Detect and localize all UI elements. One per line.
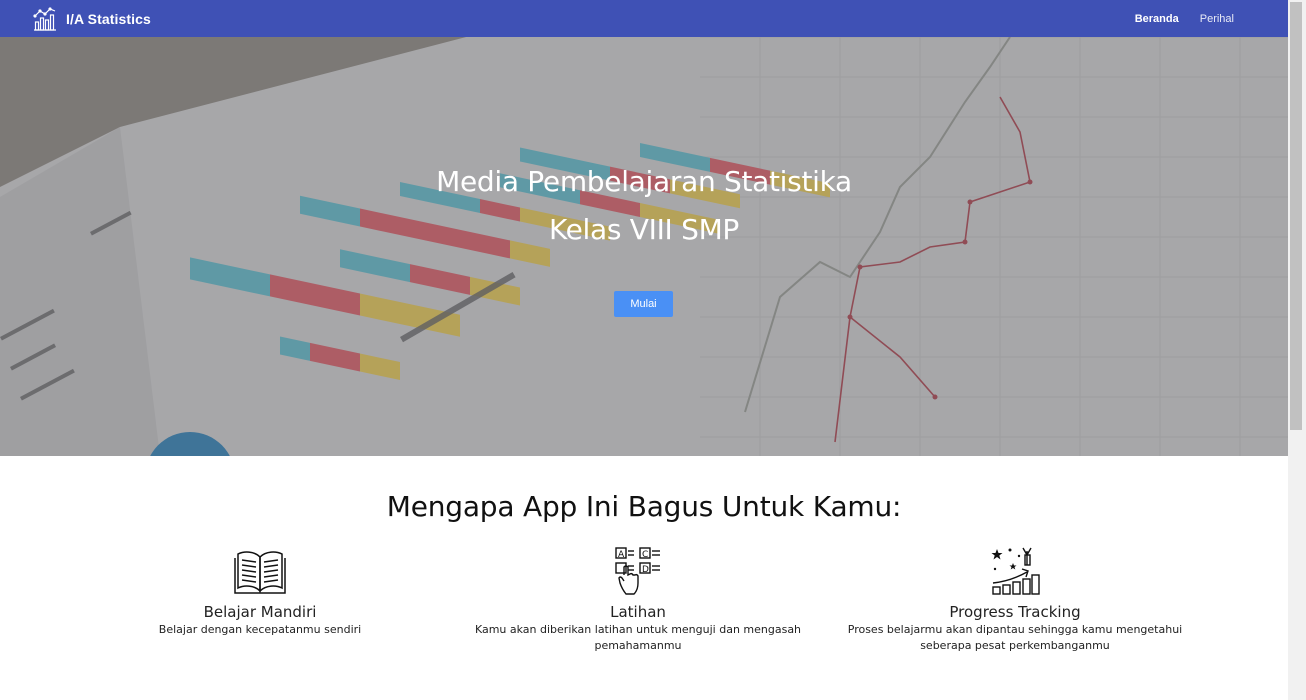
- navbar: I/A Statistics Beranda Perihal: [0, 0, 1288, 37]
- features-heading: Mengapa App Ini Bagus Untuk Kamu:: [386, 490, 902, 523]
- nav-link-perihal[interactable]: Perihal: [1200, 13, 1234, 25]
- vertical-scrollbar[interactable]: [1288, 0, 1306, 700]
- feature-latihan: A C D Latihan Kamu akan diberikan latiha…: [468, 545, 808, 654]
- feature-name: Latihan: [610, 603, 666, 621]
- hero-subtitle: Kelas VIII SMP: [548, 213, 740, 246]
- feature-description: Belajar dengan kecepatanmu sendiri: [158, 623, 362, 636]
- brand-name: I/A Statistics: [66, 11, 151, 27]
- feature-description: Proses belajarmu akan dipantau sehingga …: [847, 623, 1183, 652]
- feature-description: Kamu akan diberikan latihan untuk menguj…: [474, 623, 802, 652]
- nav-link-beranda[interactable]: Beranda: [1135, 13, 1179, 25]
- brand-link[interactable]: I/A Statistics: [33, 7, 151, 31]
- scrollbar-thumb[interactable]: [1290, 2, 1302, 430]
- feature-name: Progress Tracking: [949, 603, 1081, 621]
- svg-text:C: C: [642, 550, 648, 560]
- page: I/A Statistics Beranda Perihal Media Pem…: [0, 0, 1306, 700]
- feature-progress-tracking: Progress Tracking Proses belajarmu akan …: [845, 545, 1185, 654]
- start-button[interactable]: Mulai: [614, 291, 673, 317]
- svg-text:A: A: [618, 550, 625, 560]
- feature-name: Belajar Mandiri: [203, 603, 317, 621]
- bar-chart-icon: [33, 7, 56, 31]
- svg-text:D: D: [642, 565, 649, 575]
- progress-stairs-icon: [991, 547, 1040, 595]
- feature-belajar-mandiri: Belajar Mandiri Belajar dengan kecepatan…: [90, 545, 430, 638]
- hero-banner: Media Pembelajaran Statistika Kelas VIII…: [0, 37, 1288, 456]
- nav-links: Beranda Perihal: [1114, 0, 1234, 37]
- hero-title: Media Pembelajaran Statistika: [436, 165, 852, 198]
- hero-overlay: [0, 37, 1288, 456]
- quiz-choice-icon: A C D: [615, 547, 660, 595]
- open-book-icon: [234, 551, 286, 594]
